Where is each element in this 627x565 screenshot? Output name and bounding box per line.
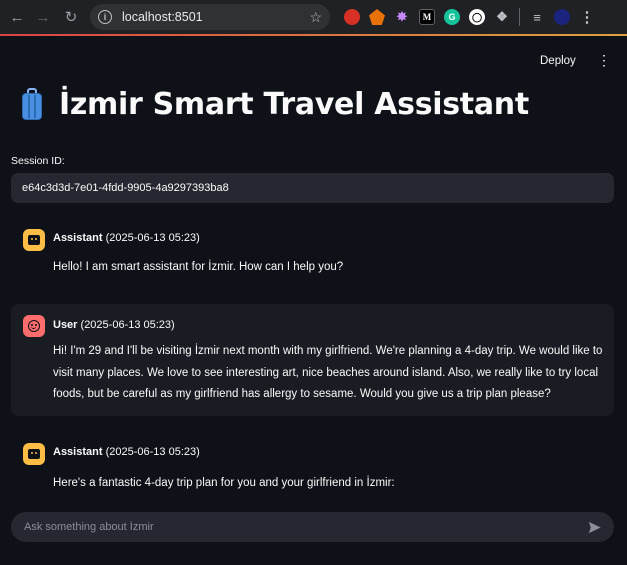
streamlit-header-decoration bbox=[0, 34, 627, 36]
message-author: User (2025-06-13 05:23) bbox=[53, 319, 175, 331]
profile-avatar-icon[interactable] bbox=[554, 9, 570, 25]
chat-input-bar bbox=[11, 512, 614, 542]
page-title: İzmir Smart Travel Assistant bbox=[59, 87, 529, 122]
browser-toolbar: ← → ↻ i localhost:8501 ☆ ✸ M G ◯ ❖ ≡ ⋮ bbox=[0, 0, 627, 34]
chat-input-field[interactable] bbox=[24, 521, 582, 533]
chat-message-user: User (2025-06-13 05:23) Hi! I'm 29 and I… bbox=[11, 304, 614, 416]
message-text: Here's a fantastic 4-day trip plan for y… bbox=[53, 477, 395, 489]
extensions-puzzle-icon[interactable]: ❖ bbox=[494, 9, 510, 25]
assistant-avatar-icon bbox=[23, 443, 45, 465]
url-text[interactable]: localhost:8501 bbox=[122, 10, 309, 24]
suitcase-icon bbox=[19, 87, 45, 122]
back-arrow-icon[interactable]: ← bbox=[6, 6, 28, 28]
chat-message-assistant: Assistant (2025-06-13 05:23) Hello! I am… bbox=[11, 220, 614, 292]
extension-circle-icon[interactable]: ◯ bbox=[469, 9, 485, 25]
user-avatar-icon bbox=[23, 315, 45, 337]
browser-menu-icon[interactable]: ⋮ bbox=[579, 9, 595, 26]
message-timestamp: (2025-06-13 05:23) bbox=[105, 232, 200, 244]
address-bar[interactable]: i localhost:8501 ☆ bbox=[90, 4, 330, 30]
message-author: Assistant (2025-06-13 05:23) bbox=[53, 232, 200, 244]
media-queue-icon[interactable]: ≡ bbox=[529, 9, 545, 25]
chat-message-assistant: Assistant (2025-06-13 05:23) Here's a fa… bbox=[11, 433, 614, 497]
bookmark-star-icon[interactable]: ☆ bbox=[309, 9, 322, 26]
page-title-row: İzmir Smart Travel Assistant bbox=[19, 87, 529, 122]
author-name: Assistant bbox=[53, 232, 103, 244]
extension-grammarly-icon[interactable]: G bbox=[444, 9, 460, 25]
assistant-avatar-icon bbox=[23, 229, 45, 251]
extension-red-icon[interactable] bbox=[344, 9, 360, 25]
toolbar-divider bbox=[519, 8, 520, 26]
deploy-button[interactable]: Deploy bbox=[540, 55, 576, 67]
session-id-field[interactable]: e64c3d3d-7e01-4fdd-9905-4a9297393ba8 bbox=[11, 173, 614, 203]
send-icon[interactable] bbox=[582, 515, 606, 539]
author-name: Assistant bbox=[53, 446, 103, 458]
message-text: Hello! I am smart assistant for İzmir. H… bbox=[53, 261, 344, 273]
extension-eyedropper-icon[interactable]: ✸ bbox=[394, 9, 410, 25]
message-author: Assistant (2025-06-13 05:23) bbox=[53, 446, 200, 458]
message-timestamp: (2025-06-13 05:23) bbox=[80, 319, 175, 331]
site-info-icon[interactable]: i bbox=[98, 10, 112, 24]
forward-arrow-icon[interactable]: → bbox=[32, 6, 54, 28]
extension-medium-icon[interactable]: M bbox=[419, 9, 435, 25]
session-id-label: Session ID: bbox=[11, 155, 65, 167]
reload-icon[interactable]: ↻ bbox=[60, 6, 82, 28]
message-timestamp: (2025-06-13 05:23) bbox=[105, 446, 200, 458]
extension-fox-icon[interactable] bbox=[369, 9, 385, 25]
message-text: Hi! I'm 29 and I'll be visiting İzmir ne… bbox=[53, 345, 603, 400]
main-menu-icon[interactable]: ⋮ bbox=[597, 53, 611, 67]
author-name: User bbox=[53, 319, 78, 331]
